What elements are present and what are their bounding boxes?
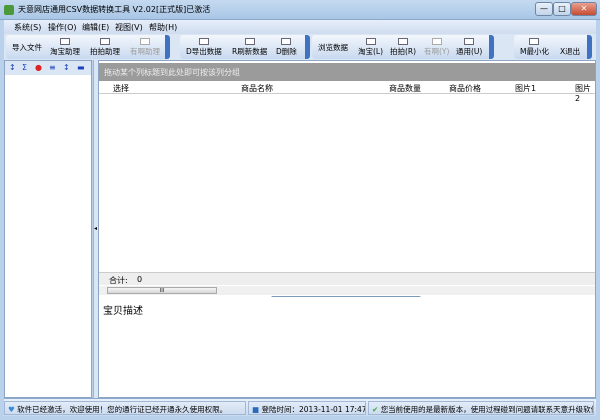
menu-operation[interactable]: 操作(O) xyxy=(48,22,77,33)
data-grid: 拖动某个列标题到此处即可按该列分组 选择 商品名称 商品数量 商品价格 图片1 … xyxy=(98,60,596,398)
table-icon xyxy=(431,38,442,45)
group-by-panel[interactable]: 拖动某个列标题到此处即可按该列分组 xyxy=(99,63,595,81)
youa-icon xyxy=(140,38,150,45)
refresh-icon xyxy=(244,38,255,45)
table-icon xyxy=(464,38,475,45)
grid-header: 选择 商品名称 商品数量 商品价格 图片1 图片2 xyxy=(99,82,595,103)
exit-button[interactable]: X退出 xyxy=(560,38,580,57)
export-icon xyxy=(198,38,209,45)
menu-help[interactable]: 帮助(H) xyxy=(149,22,177,33)
left-panel: ↕ Σ ● ≡ ↕ ▬ xyxy=(4,60,92,398)
delete-button[interactable]: D删除 xyxy=(276,38,297,57)
paipai-icon xyxy=(100,38,110,45)
column-select[interactable]: 选择 xyxy=(113,83,129,94)
toolbar-group-import: 导入文件 淘宝助理 拍拍助理 有啊助理 xyxy=(6,35,170,59)
label: X退出 xyxy=(560,47,581,56)
menu-system[interactable]: 系统(S) xyxy=(14,22,41,33)
collapse-arrow-icon[interactable]: ◂ xyxy=(94,225,97,232)
label: D导出数据 xyxy=(186,47,222,56)
label: R刷新数据 xyxy=(232,47,268,56)
menu-bar: 系统(S) 操作(O) 编辑(E) 视图(V) 帮助(H) xyxy=(4,20,596,34)
grid-footer: 合计: 0 xyxy=(99,272,595,285)
column-quantity[interactable]: 商品数量 xyxy=(389,83,421,94)
collapse-icon[interactable]: ▬ xyxy=(77,63,85,72)
browse-general-button[interactable]: 通用(U) xyxy=(456,38,482,57)
table-icon xyxy=(365,38,376,45)
title-bar: 天意网店通用CSV数据转换工具 V2.02[正式版]已激活 — □ ✕ xyxy=(0,0,600,20)
check-icon: ✔ xyxy=(372,405,379,414)
table-icon xyxy=(398,38,409,45)
column-image2[interactable]: 图片2 xyxy=(575,83,595,103)
status-activation: ♥ 软件已经激活，欢迎使用！您的通行证已经开通永久使用权限。 xyxy=(4,401,246,415)
total-value: 0 xyxy=(137,275,143,284)
browse-paipai-button[interactable]: 拍拍(R) xyxy=(390,38,416,57)
heart-icon: ♥ xyxy=(8,405,15,414)
paipai-assistant-button[interactable]: 拍拍助理 xyxy=(90,38,120,57)
youa-assistant-button[interactable]: 有啊助理 xyxy=(130,38,160,57)
label: 淘宝助理 xyxy=(50,47,80,56)
status-version: ✔ 您当前使用的是最新版本，使用过程碰到问题请联系天意升级软件 xyxy=(368,401,594,415)
label: 软件已经激活，欢迎使用！您的通行证已经开通永久使用权限。 xyxy=(17,405,228,414)
menu-edit[interactable]: 编辑(E) xyxy=(82,22,109,33)
left-toolbar: ↕ Σ ● ≡ ↕ ▬ xyxy=(5,61,91,75)
maximize-button[interactable]: □ xyxy=(553,2,571,16)
sum-icon[interactable]: Σ xyxy=(22,63,27,72)
refresh-data-button[interactable]: R刷新数据 xyxy=(232,38,267,57)
sort-icon[interactable]: ↕ xyxy=(9,63,16,72)
label: M最小化 xyxy=(520,47,549,56)
toolbar-group-window: M最小化 X退出 xyxy=(514,35,592,59)
label: 有啊(Y) xyxy=(424,47,450,56)
browse-data-label: 浏览数据 xyxy=(318,43,348,52)
column-product-name[interactable]: 商品名称 xyxy=(241,83,273,94)
browse-youa-button[interactable]: 有啊(Y) xyxy=(424,38,449,57)
browse-taobao-button[interactable]: 淘宝(L) xyxy=(358,38,383,57)
label: 有啊助理 xyxy=(130,47,160,56)
status-bar: ♥ 软件已经激活，欢迎使用！您的通行证已经开通永久使用权限。 ■ 登陆时间：20… xyxy=(4,398,596,416)
export-data-button[interactable]: D导出数据 xyxy=(186,38,222,57)
label: 通用(U) xyxy=(456,47,483,56)
label: 拍拍(R) xyxy=(390,47,417,56)
label: 淘宝(L) xyxy=(358,47,384,56)
horizontal-scrollbar[interactable]: III xyxy=(99,286,595,295)
taobao-assistant-button[interactable]: 淘宝助理 xyxy=(50,38,80,57)
label: 登陆时间：2013-11-01 17:47:24 xyxy=(261,405,365,414)
minimize-app-button[interactable]: M最小化 xyxy=(520,38,549,57)
toolbar-group-browse: 浏览数据 淘宝(L) 拍拍(R) 有啊(Y) 通用(U) xyxy=(312,35,494,59)
minimize-icon xyxy=(529,38,540,45)
label: 拍拍助理 xyxy=(90,47,120,56)
toolbar-group-data: D导出数据 R刷新数据 D删除 xyxy=(180,35,310,59)
taobao-icon xyxy=(60,38,70,45)
close-button[interactable]: ✕ xyxy=(571,2,597,16)
menu-view[interactable]: 视图(V) xyxy=(115,22,143,33)
column-price[interactable]: 商品价格 xyxy=(449,83,481,94)
total-label: 合计: xyxy=(109,276,128,285)
window-title: 天意网店通用CSV数据转换工具 V2.02[正式版]已激活 xyxy=(18,5,211,14)
label: 您当前使用的是最新版本，使用过程碰到问题请联系天意升级软件 xyxy=(380,405,594,414)
expand-icon[interactable]: ↕ xyxy=(63,63,70,72)
clock-icon: ■ xyxy=(252,405,260,414)
scroll-thumb[interactable]: III xyxy=(107,287,217,294)
status-login-time: ■ 登陆时间：2013-11-01 17:47:24 xyxy=(248,401,366,415)
delete-icon xyxy=(281,38,292,45)
label: D删除 xyxy=(276,47,297,56)
exit-icon xyxy=(565,38,575,45)
description-label: 宝贝描述 xyxy=(103,306,143,317)
color-icon[interactable]: ● xyxy=(35,63,42,72)
column-image1[interactable]: 图片1 xyxy=(515,83,536,94)
toolbar: 导入文件 淘宝助理 拍拍助理 有啊助理 D导出数据 R刷新数据 D删除 浏览数据… xyxy=(4,34,596,60)
import-file-button[interactable]: 导入文件 xyxy=(12,42,42,53)
description-panel: 宝贝描述 xyxy=(99,297,595,397)
minimize-button[interactable]: — xyxy=(535,2,553,16)
app-icon xyxy=(4,5,14,15)
list-icon[interactable]: ≡ xyxy=(49,63,56,72)
